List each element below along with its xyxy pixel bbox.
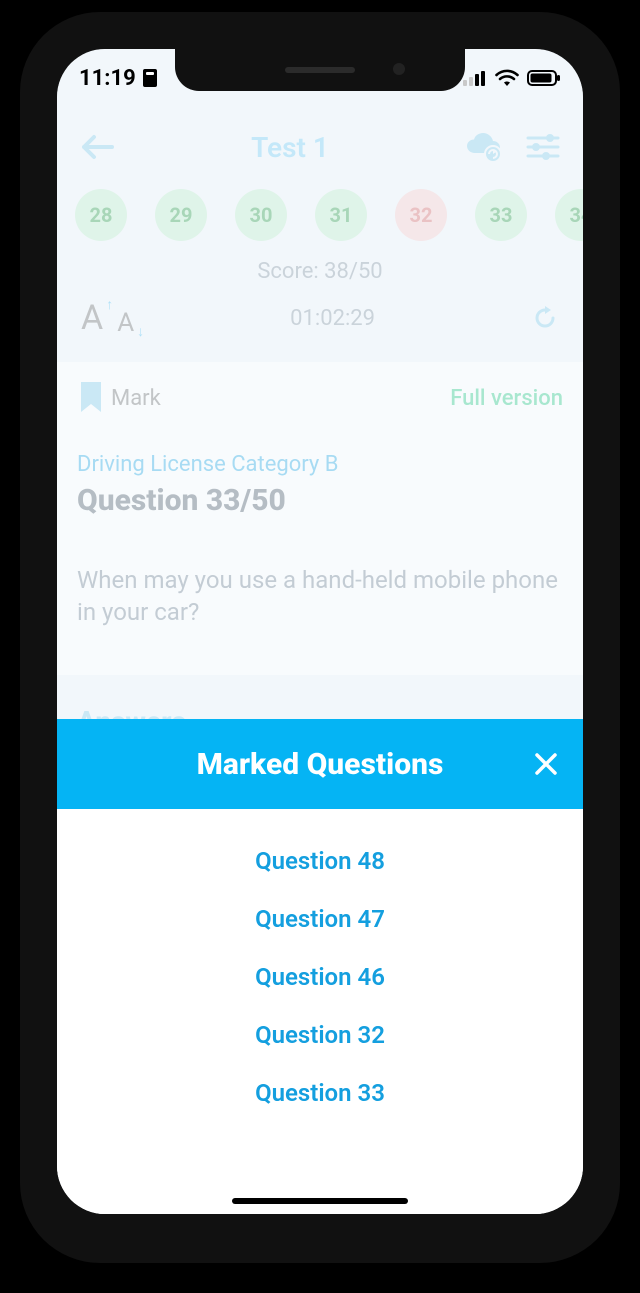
question-chip-number: 31 bbox=[330, 203, 353, 227]
status-right bbox=[463, 69, 561, 87]
mark-row: Mark Full version bbox=[77, 380, 563, 416]
question-chip-number: 33 bbox=[490, 203, 513, 227]
font-decrease-button[interactable]: A↓ bbox=[117, 308, 134, 338]
back-button[interactable] bbox=[75, 125, 119, 169]
question-chip[interactable]: 28 bbox=[75, 189, 127, 241]
app-header: Test 1 bbox=[57, 99, 583, 189]
modal-header: Marked Questions bbox=[57, 719, 583, 809]
timer-row: A↑ A↓ 01:02:29 bbox=[57, 298, 583, 362]
marked-question-item[interactable]: Question 46 bbox=[255, 963, 385, 991]
question-counter: Question 33/50 bbox=[77, 483, 563, 518]
marked-questions-modal: Marked Questions Question 48 Question 47… bbox=[57, 719, 583, 1214]
question-nav-bar[interactable]: 28 29 30 31 32 33 34 bbox=[57, 189, 583, 259]
bookmark-icon bbox=[77, 380, 105, 416]
question-card: Mark Full version Driving License Catego… bbox=[57, 362, 583, 675]
font-increase-button[interactable]: A↑ bbox=[81, 298, 103, 338]
full-version-link[interactable]: Full version bbox=[450, 386, 563, 411]
arrow-down-icon: ↓ bbox=[137, 323, 144, 340]
status-left: 11:19 bbox=[79, 66, 158, 91]
cloud-sync-button[interactable] bbox=[461, 125, 505, 169]
marked-question-item[interactable]: Question 47 bbox=[255, 905, 385, 933]
marked-question-item[interactable]: Question 48 bbox=[255, 847, 385, 875]
question-chip[interactable]: 32 bbox=[395, 189, 447, 241]
battery-icon bbox=[527, 70, 561, 86]
reload-button[interactable] bbox=[531, 304, 559, 332]
timer-value: 01:02:29 bbox=[134, 306, 531, 331]
wifi-icon bbox=[495, 69, 519, 87]
category-label: Driving License Category B bbox=[77, 452, 563, 477]
marked-questions-list: Question 48 Question 47 Question 46 Ques… bbox=[57, 809, 583, 1145]
question-chip[interactable]: 29 bbox=[155, 189, 207, 241]
question-chip[interactable]: 30 bbox=[235, 189, 287, 241]
screen: 11:19 bbox=[57, 49, 583, 1214]
question-chip[interactable]: 31 bbox=[315, 189, 367, 241]
question-chip-number: 34 bbox=[570, 203, 583, 227]
front-camera bbox=[393, 63, 405, 75]
question-chip-number: 29 bbox=[170, 203, 193, 227]
score-label: Score: 38/50 bbox=[57, 259, 583, 298]
settings-button[interactable] bbox=[521, 125, 565, 169]
question-chip-number: 32 bbox=[410, 203, 433, 227]
modal-close-button[interactable] bbox=[533, 751, 559, 777]
device-body: 11:19 bbox=[20, 12, 620, 1263]
device-frame: 11:19 bbox=[0, 0, 640, 1293]
cloud-sync-icon bbox=[463, 131, 503, 163]
question-text: When may you use a hand-held mobile phon… bbox=[77, 564, 563, 629]
question-chip-number: 28 bbox=[90, 203, 113, 227]
close-icon bbox=[533, 751, 559, 777]
marked-question-item[interactable]: Question 33 bbox=[255, 1079, 385, 1107]
font-size-controls: A↑ A↓ bbox=[81, 298, 134, 338]
sliders-icon bbox=[526, 132, 560, 162]
mark-button[interactable]: Mark bbox=[77, 380, 161, 416]
header-actions bbox=[461, 125, 565, 169]
status-time: 11:19 bbox=[79, 66, 136, 91]
arrow-up-icon: ↑ bbox=[106, 296, 113, 313]
marked-question-item[interactable]: Question 32 bbox=[255, 1021, 385, 1049]
reload-icon bbox=[531, 304, 559, 332]
arrow-left-icon bbox=[80, 133, 114, 161]
page-title: Test 1 bbox=[119, 131, 461, 164]
mark-label: Mark bbox=[111, 386, 161, 411]
modal-title: Marked Questions bbox=[197, 747, 444, 782]
question-chip-number: 30 bbox=[250, 203, 273, 227]
question-chip[interactable]: 34 bbox=[555, 189, 583, 241]
sim-card-icon bbox=[142, 68, 158, 88]
cellular-signal-icon bbox=[463, 70, 487, 86]
notch bbox=[175, 49, 465, 91]
question-chip[interactable]: 33 bbox=[475, 189, 527, 241]
home-indicator[interactable] bbox=[232, 1198, 408, 1204]
speaker-grille bbox=[285, 67, 355, 73]
